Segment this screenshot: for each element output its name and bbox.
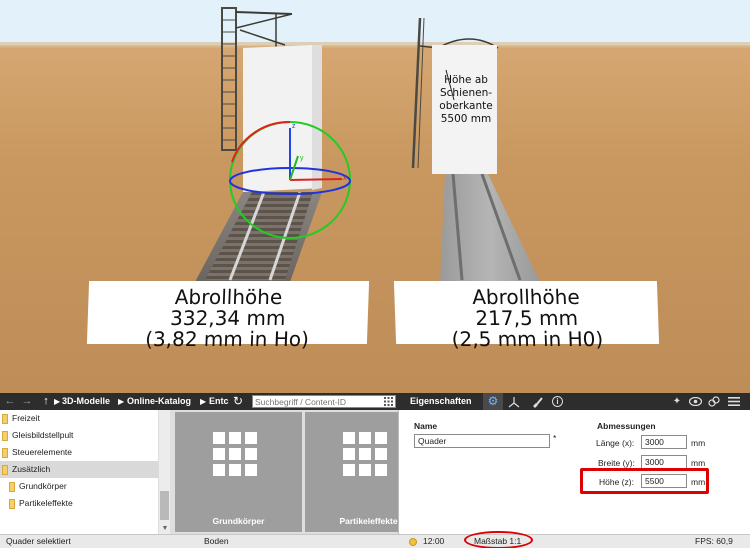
right-info-plate: Abrollhöhe 217,5 mm (2,5 mm in H0) — [393, 281, 660, 351]
plate-line: Abrollhöhe — [174, 285, 283, 309]
folder-icon — [2, 465, 8, 475]
tree-item-label: Steuerelemente — [12, 447, 73, 457]
height-highlight-box — [580, 468, 709, 494]
tree-item-grundkoerper[interactable]: Grundkörper — [0, 478, 158, 495]
gizmo-x-label: x — [343, 175, 347, 182]
grid-view-icon[interactable] — [384, 397, 393, 406]
breadcrumb-online-katalog[interactable]: Online-Katalog — [127, 393, 191, 410]
name-modified-marker: * — [553, 433, 557, 443]
length-label: Länge (x): — [596, 438, 635, 448]
info-icon[interactable]: i — [552, 396, 563, 407]
folder-icon — [2, 414, 8, 424]
tree-item-freizeit[interactable]: Freizeit — [0, 410, 158, 427]
back-arrow-icon[interactable]: ← — [3, 393, 17, 410]
tile-partikeleffekte[interactable]: Partikeleffekte — [305, 412, 398, 532]
name-heading: Name — [414, 421, 438, 431]
tree-item-gleisbildstellpult[interactable]: Gleisbildstellpult — [0, 427, 158, 444]
link-icon[interactable] — [708, 396, 720, 407]
tree-item-label: Gleisbildstellpult — [12, 430, 74, 440]
catalog-tiles: Grundkörper Partikeleffekte — [170, 410, 398, 534]
refresh-icon[interactable]: ↻ — [231, 393, 245, 410]
forward-arrow-icon[interactable]: → — [20, 393, 34, 410]
breadcrumb-separator-icon: ▶ — [118, 397, 125, 406]
search-box — [252, 395, 396, 408]
folder-icon — [2, 448, 8, 458]
breadcrumb-separator-icon: ▶ — [54, 397, 61, 406]
tree-item-zusaetzlich[interactable]: Zusätzlich — [0, 461, 158, 478]
gear-icon[interactable]: ⚙ — [483, 393, 503, 410]
gizmo-y-label: y — [300, 155, 304, 162]
tree-scrollbar[interactable]: ▼ — [158, 410, 170, 534]
catalog-tree: Freizeit Gleisbildstellpult Steuerelemen… — [0, 410, 158, 534]
folder-icon — [9, 499, 15, 509]
width-unit: mm — [691, 458, 706, 468]
tree-item-label: Partikeleffekte — [19, 498, 73, 508]
brush-icon[interactable] — [531, 396, 543, 408]
tree-item-label: Freizeit — [12, 413, 40, 423]
clock-icon — [409, 538, 417, 546]
breadcrumb-separator-icon: ▶ — [200, 397, 207, 406]
grid-placeholder-icon — [213, 432, 257, 476]
properties-title: Eigenschaften — [410, 396, 472, 406]
left-info-plate: Abrollhöhe 332,34 mm (3,82 mm in Ho) — [86, 281, 370, 351]
plate-line: 332,34 mm — [169, 306, 286, 330]
length-unit: mm — [691, 438, 706, 448]
tree-item-label: Grundkörper — [19, 481, 67, 491]
search-input[interactable] — [255, 396, 379, 407]
surface-status: Boden — [204, 536, 229, 546]
breadcrumb-entc[interactable]: Entc — [209, 393, 229, 410]
width-field[interactable]: 3000 — [641, 455, 687, 469]
tile-label: Grundkörper — [212, 516, 265, 526]
length-field[interactable]: 3000 — [641, 435, 687, 449]
axes-icon[interactable] — [508, 396, 520, 408]
status-bar: Quader selektiert Boden 12:00 Maßstab 1:… — [0, 534, 750, 548]
plate-line: (2,5 mm in H0) — [451, 327, 604, 351]
name-field[interactable]: Quader — [414, 434, 550, 448]
3d-viewport[interactable]: z y x Höhe ab Schienen- oberkante 5500 m… — [0, 0, 750, 393]
plate-line: Abrollhöhe — [471, 285, 581, 309]
up-arrow-icon[interactable]: ↑ — [39, 393, 53, 410]
main-toolbar: ← → ↑ ▶ 3D-Modelle ▶ Online-Katalog ▶ En… — [0, 393, 750, 410]
eye-icon[interactable] — [689, 397, 702, 406]
pin-icon[interactable]: ✦ — [670, 393, 684, 410]
height-annotation: Höhe ab Schienen- oberkante 5500 mm — [439, 74, 493, 125]
breadcrumb-3d-modelle[interactable]: 3D-Modelle — [62, 393, 110, 410]
selection-status: Quader selektiert — [6, 536, 71, 546]
grid-placeholder-icon — [343, 432, 387, 476]
tree-item-label: Zusätzlich — [12, 464, 51, 474]
folder-icon — [2, 431, 8, 441]
time-display: 12:00 — [423, 536, 445, 546]
menu-icon[interactable] — [728, 397, 740, 406]
tree-item-partikeleffekte[interactable]: Partikeleffekte — [0, 495, 158, 512]
plate-line: 217,5 mm — [474, 306, 579, 330]
folder-icon — [9, 482, 15, 492]
tile-label: Partikeleffekte — [339, 516, 398, 526]
fps-display: FPS: 60,9 — [695, 536, 733, 546]
tile-grundkoerper[interactable]: Grundkörper — [175, 412, 302, 532]
scrollbar-thumb[interactable] — [160, 491, 169, 520]
dimensions-heading: Abmessungen — [597, 421, 656, 431]
width-label: Breite (y): — [598, 458, 635, 468]
plate-line: (3,82 mm in Ho) — [144, 327, 310, 351]
scale-highlight-ellipse — [464, 531, 533, 548]
gizmo-z-label: z — [292, 123, 296, 130]
tree-item-steuerelemente[interactable]: Steuerelemente — [0, 444, 158, 461]
